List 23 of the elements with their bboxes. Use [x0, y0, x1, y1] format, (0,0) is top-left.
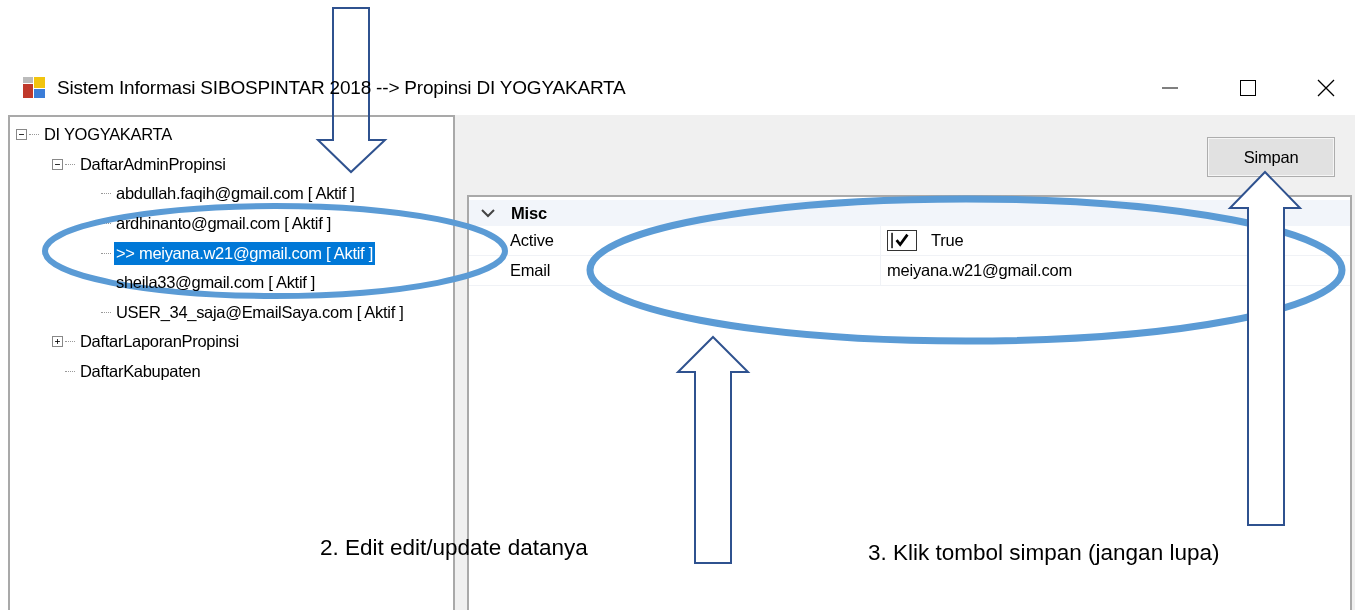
- tree-item[interactable]: ardhinanto@gmail.com [ Aktif ]: [114, 212, 333, 236]
- property-value[interactable]: meiyana.w21@gmail.com: [887, 261, 1072, 280]
- checkbox[interactable]: [887, 230, 917, 251]
- tree-item[interactable]: DaftarAdminPropinsi: [78, 152, 228, 176]
- tree-item[interactable]: DaftarLaporanPropinsi: [78, 330, 241, 354]
- tree-item[interactable]: DI YOGYAKARTA: [42, 123, 174, 147]
- property-name: Email: [469, 256, 881, 285]
- category-label: Misc: [511, 203, 547, 223]
- tree-item[interactable]: abdullah.faqih@gmail.com [ Aktif ]: [114, 182, 357, 206]
- property-name: Active: [469, 226, 881, 255]
- collapse-icon[interactable]: [52, 158, 63, 170]
- app-icon: [22, 75, 46, 100]
- property-value: True: [931, 231, 964, 250]
- expand-icon[interactable]: [52, 336, 63, 348]
- tree-item[interactable]: >> meiyana.w21@gmail.com [ Aktif ]: [114, 241, 375, 265]
- tree-item[interactable]: USER_34_saja@EmailSaya.com [ Aktif ]: [114, 300, 406, 324]
- tree-item[interactable]: sheila33@gmail.com [ Aktif ]: [114, 271, 318, 295]
- save-button[interactable]: Simpan: [1207, 137, 1335, 177]
- tree-item[interactable]: DaftarKabupaten: [78, 360, 203, 384]
- annotation-text: 2. Edit edit/update datanya: [320, 535, 588, 561]
- collapse-icon[interactable]: [16, 129, 27, 141]
- annotation-text: 3. Klik tombol simpan (jangan lupa): [868, 540, 1220, 566]
- chevron-icon[interactable]: [481, 208, 495, 218]
